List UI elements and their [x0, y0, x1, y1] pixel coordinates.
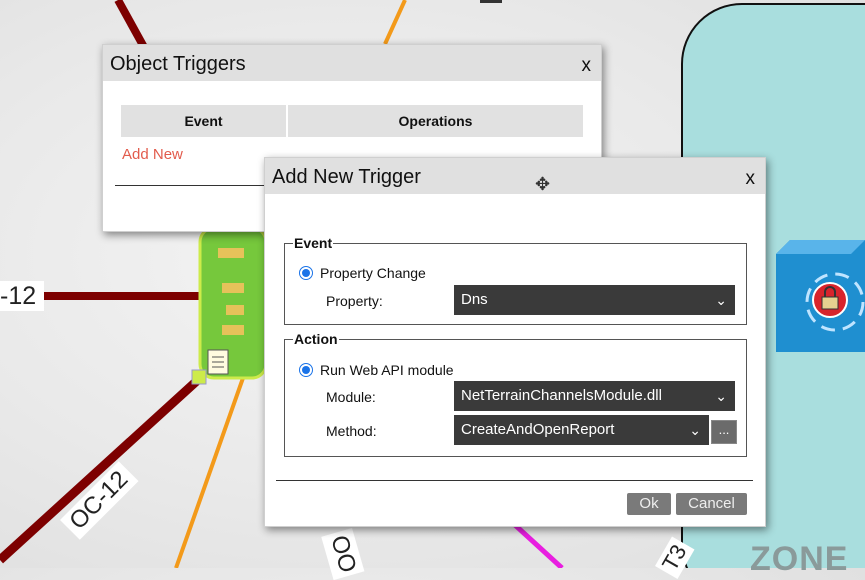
link-label-left: -12 — [0, 281, 44, 311]
method-select[interactable]: CreateAndOpenReport ⌄ — [454, 415, 709, 445]
close-button[interactable]: x — [582, 55, 592, 77]
property-select[interactable]: Dns ⌄ — [454, 285, 735, 315]
dialog-title: Add New Trigger — [272, 166, 421, 188]
chevron-down-icon: ⌄ — [689, 422, 701, 438]
module-label: Module: — [326, 389, 376, 405]
divider — [115, 185, 275, 186]
action-legend: Action — [294, 331, 338, 347]
zone-label: ZONE — [750, 540, 849, 578]
method-select-value: CreateAndOpenReport — [461, 421, 615, 438]
module-select[interactable]: NetTerrainChannelsModule.dll ⌄ — [454, 381, 735, 411]
method-browse-button[interactable]: ... — [711, 420, 737, 444]
run-web-api-radio[interactable]: Run Web API module — [299, 362, 454, 378]
link-dark-red-bottom[interactable] — [0, 374, 204, 564]
chevron-down-icon: ⌄ — [715, 292, 727, 308]
column-header-event: Event — [121, 105, 288, 137]
move-cursor-icon: ✥ — [535, 174, 551, 194]
ok-button[interactable]: Ok — [627, 493, 671, 515]
dialog-header[interactable]: Object Triggers x — [103, 45, 601, 81]
property-select-value: Dns — [461, 291, 488, 308]
triggers-table-header: Event Operations — [121, 105, 583, 137]
property-change-radio[interactable]: Property Change — [299, 265, 426, 281]
dialog-title: Object Triggers — [110, 53, 246, 75]
column-header-operations: Operations — [398, 113, 473, 129]
radio-selected-icon[interactable] — [299, 363, 313, 377]
method-label: Method: — [326, 423, 377, 439]
event-legend: Event — [294, 235, 333, 251]
close-button[interactable]: x — [746, 168, 756, 190]
node-top-fragment[interactable] — [480, 0, 502, 3]
dialog-header[interactable]: Add New Trigger ✥ x — [265, 158, 765, 194]
radio-label: Run Web API module — [320, 362, 454, 378]
module-select-value: NetTerrainChannelsModule.dll — [461, 387, 662, 404]
divider — [276, 480, 753, 481]
link-orange-bottom[interactable] — [174, 377, 245, 568]
radio-selected-icon[interactable] — [299, 266, 313, 280]
router-node[interactable] — [191, 226, 268, 385]
link-orange-top[interactable] — [383, 0, 407, 45]
radio-label: Property Change — [320, 265, 426, 281]
add-new-trigger-dialog: Add New Trigger ✥ x Event Property Chang… — [264, 157, 766, 527]
property-label: Property: — [326, 293, 383, 309]
add-new-link[interactable]: Add New — [122, 146, 183, 163]
chevron-down-icon: ⌄ — [715, 388, 727, 404]
link-magenta[interactable] — [513, 523, 564, 568]
secure-switch-node[interactable] — [776, 240, 865, 352]
note-icon[interactable] — [207, 349, 229, 375]
cancel-button[interactable]: Cancel — [676, 493, 747, 515]
